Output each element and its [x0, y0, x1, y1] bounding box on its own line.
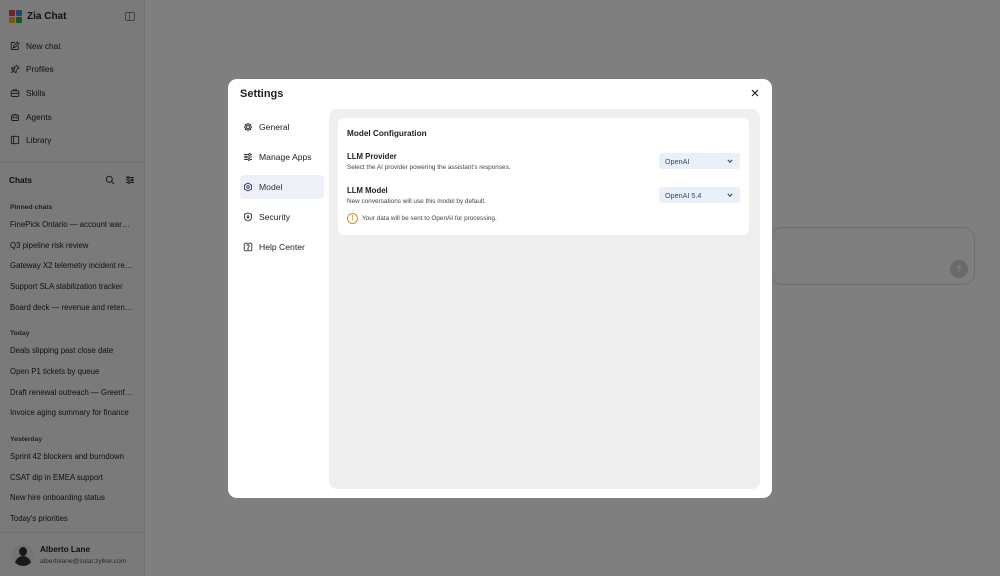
tab-general[interactable]: General	[240, 115, 324, 139]
data-notice-text: Your data will be sent to OpenAI for pro…	[362, 215, 497, 222]
llm-provider-value: OpenAI	[665, 156, 690, 166]
tab-security[interactable]: Security	[240, 205, 324, 229]
llm-model-label: LLM Model	[347, 186, 388, 195]
llm-provider-description: Select the AI provider powering the assi…	[347, 164, 511, 171]
llm-model-select[interactable]: OpenAI 5.4	[659, 187, 740, 203]
tab-manage-apps[interactable]: Manage Apps	[240, 145, 324, 169]
llm-model-value: OpenAI 5.4	[665, 190, 702, 200]
tab-label: Help Center	[259, 242, 305, 252]
tab-model[interactable]: Model	[240, 175, 324, 199]
model-configuration-card: Model Configuration LLM Provider Select …	[338, 118, 749, 235]
tab-label: Manage Apps	[259, 152, 312, 162]
help-icon	[243, 242, 253, 252]
chevron-down-icon	[727, 193, 733, 197]
warning-icon: !	[347, 213, 358, 224]
settings-dialog: Settings General Manage Apps Model Secur…	[228, 79, 772, 498]
gear-icon	[243, 122, 253, 132]
llm-model-description: New conversations will use this model by…	[347, 198, 486, 205]
tab-label: Security	[259, 212, 291, 222]
shield-icon	[244, 212, 252, 222]
settings-panel: Model Configuration LLM Provider Select …	[329, 109, 760, 489]
chevron-down-icon	[727, 159, 733, 163]
data-notice: ! Your data will be sent to OpenAI for p…	[347, 213, 497, 224]
settings-title: Settings	[240, 88, 284, 100]
card-title: Model Configuration	[347, 129, 427, 138]
sliders-icon	[244, 153, 252, 161]
settings-tabs: General Manage Apps Model Security Help …	[240, 115, 324, 265]
tab-help-center[interactable]: Help Center	[240, 235, 324, 259]
llm-provider-label: LLM Provider	[347, 152, 397, 161]
model-icon	[244, 182, 252, 192]
tab-label: Model	[259, 182, 283, 192]
close-icon[interactable]	[750, 88, 760, 98]
tab-label: General	[259, 122, 290, 132]
llm-provider-select[interactable]: OpenAI	[659, 153, 740, 169]
